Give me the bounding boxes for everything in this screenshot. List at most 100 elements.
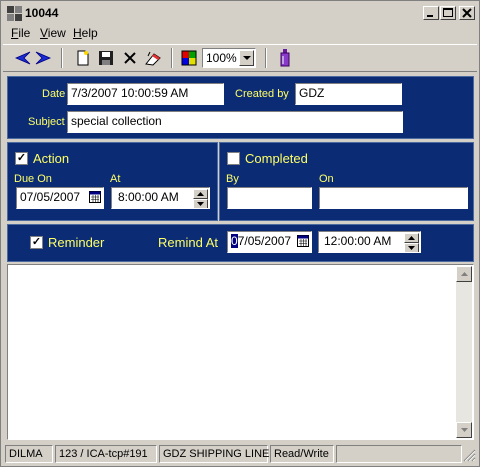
- arrow-left-icon: [14, 51, 31, 65]
- chevron-down-icon: [460, 428, 468, 432]
- chevron-down-icon: [197, 202, 204, 206]
- remind-time-field[interactable]: 12:00:00 AM: [318, 231, 421, 253]
- at-time-value: 8:00:00 AM: [118, 190, 179, 204]
- save-button[interactable]: [96, 48, 116, 68]
- calendar-icon[interactable]: [297, 235, 309, 247]
- arrow-right-icon: [35, 51, 52, 65]
- at-label: At: [110, 173, 121, 185]
- menu-view-accel: V: [40, 26, 48, 40]
- menu-view[interactable]: View: [40, 26, 66, 40]
- chevron-up-icon: [197, 192, 204, 196]
- status-bar: DILMA 123 / ICA-tcp#191 GDZ SHIPPING LIN…: [3, 444, 477, 464]
- due-on-field[interactable]: 07/05/2007: [16, 187, 104, 209]
- completed-by-label: By: [226, 173, 239, 185]
- menu-help-accel: H: [73, 26, 82, 40]
- clear-button[interactable]: [143, 48, 163, 68]
- menu-view-label: iew: [47, 26, 66, 40]
- spin-down-button[interactable]: [193, 199, 208, 208]
- menu-help-label: elp: [81, 26, 98, 40]
- remind-time-spinner[interactable]: [404, 233, 419, 252]
- action-panel: ✓ Action Due On 07/05/2007 At 8:00:00 AM: [7, 142, 218, 221]
- maximize-icon: [443, 8, 453, 17]
- spin-down-button[interactable]: [404, 243, 419, 252]
- completed-label: Completed: [245, 151, 308, 166]
- menu-file[interactable]: File: [11, 26, 30, 40]
- spin-up-button[interactable]: [193, 189, 208, 199]
- completed-by-field[interactable]: [227, 187, 312, 209]
- close-icon: [462, 8, 472, 18]
- notes-textarea[interactable]: [7, 264, 474, 440]
- minimize-icon: [427, 15, 433, 17]
- menu-bar: File View Help: [3, 24, 477, 42]
- header-panel: Date 7/3/2007 10:00:59 AM Created by GDZ…: [7, 76, 474, 139]
- previous-record-button[interactable]: [13, 48, 33, 68]
- at-time-spinner[interactable]: [193, 189, 208, 208]
- reminder-checkbox[interactable]: ✓: [30, 236, 43, 249]
- menu-help[interactable]: Help: [73, 26, 98, 40]
- delete-button[interactable]: [120, 48, 140, 68]
- action-label: Action: [33, 151, 70, 166]
- app-icon: [6, 5, 22, 21]
- bottle-icon: [280, 49, 290, 67]
- new-button[interactable]: [73, 48, 93, 68]
- window-title: 10044: [25, 6, 59, 20]
- toolbar: 100%: [3, 44, 477, 72]
- save-icon: [99, 51, 113, 65]
- zoom-dropdown-button[interactable]: [239, 50, 254, 66]
- due-on-value: 07/05/2007: [20, 190, 81, 204]
- subject-field[interactable]: special collection: [67, 111, 403, 133]
- reminder-label: Reminder: [48, 235, 105, 250]
- completed-on-label: On: [319, 173, 334, 185]
- calendar-icon[interactable]: [89, 191, 101, 203]
- new-document-icon: [77, 50, 89, 66]
- color-grid-icon: [181, 50, 197, 66]
- remind-date-selected-digit: 0: [231, 234, 238, 248]
- toolbar-separator: [171, 48, 173, 68]
- chevron-up-icon: [408, 236, 415, 240]
- color-button[interactable]: [179, 48, 199, 68]
- status-empty: [336, 445, 462, 463]
- completed-on-field[interactable]: [319, 187, 468, 209]
- app-window: 10044 File View Help 100% Date 7/3/2007 …: [0, 0, 480, 467]
- resize-grip-icon[interactable]: [463, 449, 476, 462]
- remind-date-field[interactable]: 07/05/2007: [227, 231, 312, 253]
- completed-panel: Completed By On: [219, 142, 474, 221]
- remind-time-value: 12:00:00 AM: [324, 234, 392, 248]
- attachment-button[interactable]: [275, 48, 295, 68]
- maximize-button[interactable]: [440, 6, 456, 20]
- chevron-down-icon: [242, 55, 251, 60]
- toolbar-separator: [61, 48, 63, 68]
- status-company: GDZ SHIPPING LINE: [159, 445, 269, 463]
- eraser-icon: [145, 51, 161, 66]
- due-on-label: Due On: [14, 173, 52, 185]
- minimize-button[interactable]: [423, 6, 439, 20]
- at-time-field[interactable]: 8:00:00 AM: [111, 187, 210, 209]
- completed-checkbox[interactable]: [227, 152, 240, 165]
- next-record-button[interactable]: [33, 48, 53, 68]
- delete-icon: [124, 52, 136, 64]
- vertical-scrollbar[interactable]: [456, 266, 472, 438]
- date-label: Date: [42, 88, 66, 100]
- status-mode: Read/Write: [270, 445, 334, 463]
- zoom-value: 100%: [206, 51, 237, 65]
- action-checkbox[interactable]: ✓: [15, 152, 28, 165]
- close-button[interactable]: [459, 6, 475, 20]
- status-user: DILMA: [5, 445, 53, 463]
- date-field[interactable]: 7/3/2007 10:00:59 AM: [67, 83, 224, 105]
- subject-label: Subject: [28, 116, 65, 128]
- zoom-select[interactable]: 100%: [202, 48, 256, 68]
- created-by-label: Created by: [235, 88, 289, 100]
- status-reference: 123 / ICA-tcp#191: [55, 445, 157, 463]
- scroll-up-button[interactable]: [456, 266, 472, 282]
- reminder-panel: ✓ Reminder Remind At 07/05/2007 12:00:00…: [7, 224, 474, 262]
- chevron-up-icon: [460, 272, 468, 276]
- created-by-field[interactable]: GDZ: [295, 83, 402, 105]
- menu-file-label: ile: [18, 26, 31, 40]
- spin-up-button[interactable]: [404, 233, 419, 243]
- scroll-down-button[interactable]: [456, 422, 472, 438]
- toolbar-separator: [265, 48, 267, 68]
- remind-date-value: 7/05/2007: [237, 234, 292, 248]
- chevron-down-icon: [408, 246, 415, 250]
- title-bar[interactable]: 10044: [3, 3, 477, 23]
- remind-at-label: Remind At: [158, 235, 218, 250]
